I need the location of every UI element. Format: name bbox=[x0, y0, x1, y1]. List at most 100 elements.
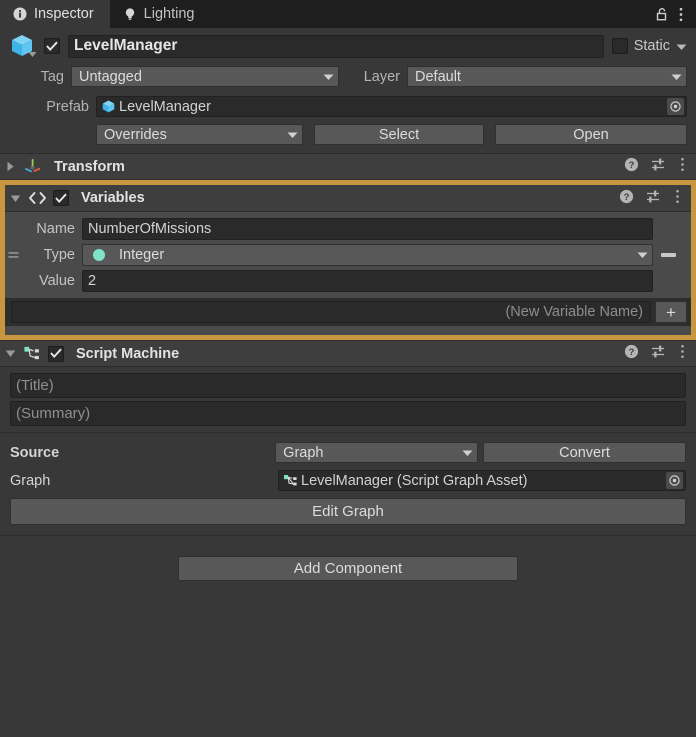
object-picker-icon[interactable] bbox=[667, 98, 684, 115]
component-title-variables: Variables bbox=[81, 190, 145, 206]
prefab-object-field[interactable]: LevelManager bbox=[96, 96, 687, 117]
inspector-tabbar: Inspector Lighting bbox=[0, 0, 696, 28]
component-header-transform[interactable]: Transform ? bbox=[0, 153, 696, 180]
foldout-collapsed-icon[interactable] bbox=[4, 161, 17, 172]
variables-component-highlight: Variables ? Name NumberOfMissions Type I… bbox=[0, 180, 696, 340]
prefab-cube-mini-icon bbox=[101, 99, 116, 114]
script-machine-enabled-checkbox[interactable] bbox=[48, 345, 64, 362]
layer-value: Default bbox=[415, 68, 461, 85]
variable-type-value: Integer bbox=[119, 247, 165, 263]
component-menu-icon[interactable] bbox=[677, 344, 688, 363]
type-color-swatch-icon bbox=[92, 248, 106, 262]
static-checkbox[interactable] bbox=[611, 38, 628, 54]
prefab-asset-name: LevelManager bbox=[119, 98, 211, 115]
svg-text:?: ? bbox=[629, 160, 635, 171]
variable-name-input[interactable]: NumberOfMissions bbox=[82, 218, 653, 240]
tag-dropdown[interactable]: Untagged bbox=[71, 66, 339, 87]
svg-text:?: ? bbox=[629, 347, 635, 358]
select-button[interactable]: Select bbox=[314, 124, 484, 145]
help-icon[interactable]: ? bbox=[624, 344, 639, 363]
graph-object-field[interactable]: LevelManager (Script Graph Asset) bbox=[278, 470, 686, 491]
script-graph-icon bbox=[23, 345, 42, 363]
graph-label: Graph bbox=[10, 472, 51, 489]
tag-value: Untagged bbox=[79, 68, 142, 85]
gameobject-enabled-checkbox[interactable] bbox=[44, 38, 60, 54]
component-menu-icon[interactable] bbox=[672, 189, 683, 208]
lightbulb-icon bbox=[123, 7, 137, 21]
prefab-cube-icon[interactable] bbox=[9, 33, 37, 62]
svg-text:?: ? bbox=[624, 192, 630, 203]
variable-type-dropdown[interactable]: Integer bbox=[82, 244, 653, 266]
component-header-actions: ? bbox=[624, 157, 688, 176]
variables-body: Name NumberOfMissions Type Integer Value… bbox=[5, 212, 691, 298]
preset-settings-icon[interactable] bbox=[650, 157, 666, 176]
gameobject-name-input[interactable]: LevelManager bbox=[68, 34, 604, 58]
help-icon[interactable]: ? bbox=[624, 157, 639, 176]
script-machine-description: (Title) (Summary) bbox=[0, 367, 696, 433]
script-graph-asset-icon bbox=[283, 474, 299, 488]
new-variable-input[interactable]: (New Variable Name) bbox=[11, 301, 651, 323]
code-brackets-icon bbox=[28, 190, 47, 206]
script-machine-fields: Source Graph Convert Graph LevelManager … bbox=[0, 433, 696, 535]
component-header-variables[interactable]: Variables ? bbox=[5, 185, 691, 212]
add-component-area: Add Component bbox=[0, 536, 696, 581]
tab-menu-icon[interactable] bbox=[675, 6, 687, 23]
new-variable-row: (New Variable Name) + bbox=[5, 298, 691, 326]
component-header-script-machine[interactable]: Script Machine ? bbox=[0, 340, 696, 367]
tab-lighting[interactable]: Lighting bbox=[110, 0, 211, 28]
variable-row-type: Type Integer bbox=[5, 242, 691, 268]
lock-icon[interactable] bbox=[654, 6, 670, 23]
chevron-down-icon bbox=[671, 69, 682, 85]
overrides-label: Overrides bbox=[104, 126, 167, 143]
variables-footer bbox=[5, 326, 691, 335]
variable-value-label: Value bbox=[38, 273, 75, 289]
graph-asset-name: LevelManager (Script Graph Asset) bbox=[301, 472, 528, 489]
preset-settings-icon[interactable] bbox=[650, 344, 666, 363]
foldout-expanded-icon[interactable] bbox=[4, 349, 17, 358]
component-header-actions: ? bbox=[624, 344, 688, 363]
chevron-down-icon bbox=[323, 69, 334, 85]
add-variable-button[interactable]: + bbox=[655, 301, 687, 323]
variables-enabled-checkbox[interactable] bbox=[53, 190, 69, 206]
tab-inspector[interactable]: Inspector bbox=[0, 0, 110, 28]
component-title-script-machine: Script Machine bbox=[76, 345, 180, 362]
prefab-row: Prefab LevelManager bbox=[9, 96, 687, 117]
static-label: Static bbox=[633, 38, 670, 54]
convert-button[interactable]: Convert bbox=[483, 442, 686, 463]
graph-row: Graph LevelManager (Script Graph Asset) bbox=[10, 470, 686, 491]
open-button[interactable]: Open bbox=[495, 124, 687, 145]
prefab-actions: Overrides Select Open bbox=[9, 124, 687, 145]
overrides-dropdown[interactable]: Overrides bbox=[96, 124, 303, 145]
script-machine-body: (Title) (Summary) Source Graph Convert G… bbox=[0, 367, 696, 535]
source-row: Source Graph Convert bbox=[10, 442, 686, 463]
variable-row-value: Value 2 bbox=[5, 268, 691, 294]
chevron-down-icon bbox=[637, 247, 648, 263]
add-component-button[interactable]: Add Component bbox=[178, 556, 518, 581]
edit-graph-button[interactable]: Edit Graph bbox=[10, 498, 686, 525]
chevron-down-icon bbox=[287, 127, 298, 143]
variable-type-label: Type bbox=[43, 247, 75, 263]
transform-move-icon bbox=[23, 157, 42, 176]
variable-value-input[interactable]: 2 bbox=[82, 270, 653, 292]
graph-title-input[interactable]: (Title) bbox=[10, 373, 686, 398]
tab-inspector-label: Inspector bbox=[34, 6, 94, 22]
source-dropdown[interactable]: Graph bbox=[275, 442, 479, 463]
object-picker-icon[interactable] bbox=[666, 472, 683, 489]
static-control: Static bbox=[611, 38, 687, 55]
icon-dropdown-caret[interactable] bbox=[28, 45, 37, 62]
help-icon[interactable]: ? bbox=[619, 189, 634, 208]
layer-label: Layer bbox=[363, 68, 400, 85]
static-dropdown-caret[interactable] bbox=[676, 38, 687, 55]
gameobject-header: LevelManager Static Tag Untagged Layer D… bbox=[0, 28, 696, 153]
graph-summary-input[interactable]: (Summary) bbox=[10, 401, 686, 426]
preset-settings-icon[interactable] bbox=[645, 189, 661, 208]
component-menu-icon[interactable] bbox=[677, 157, 688, 176]
tag-label: Tag bbox=[40, 68, 64, 85]
tab-lighting-label: Lighting bbox=[143, 6, 195, 22]
drag-handle-icon[interactable] bbox=[5, 250, 22, 260]
foldout-expanded-icon[interactable] bbox=[9, 194, 22, 203]
component-header-actions: ? bbox=[619, 189, 683, 208]
layer-dropdown[interactable]: Default bbox=[407, 66, 687, 87]
variable-remove-button[interactable] bbox=[653, 253, 683, 257]
source-value: Graph bbox=[283, 444, 324, 461]
